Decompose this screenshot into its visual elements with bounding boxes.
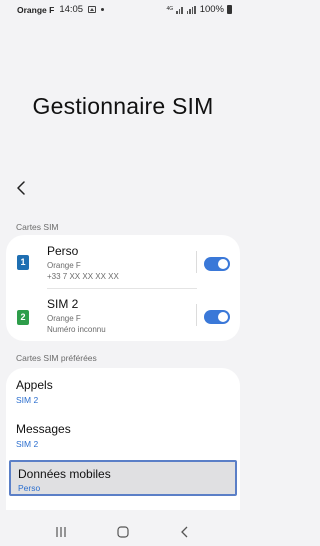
sim-1-number: +33 7 XX XX XX XX xyxy=(47,272,119,281)
carrier-label: Orange F xyxy=(17,4,55,15)
pref-messages-value: SIM 2 xyxy=(16,439,39,449)
sim-2-badge-icon: 2 xyxy=(17,310,29,325)
vertical-divider xyxy=(196,251,197,273)
image-notification-icon xyxy=(88,6,97,13)
sim-1-toggle[interactable] xyxy=(204,257,230,271)
pref-data-value: Perso xyxy=(18,483,41,493)
signal-icon-2 xyxy=(186,5,196,14)
more-notifications-icon xyxy=(101,8,105,11)
back-button[interactable] xyxy=(13,180,29,196)
sim-row-1[interactable]: 1 Perso Orange F +33 7 XX XX XX XX xyxy=(6,239,240,285)
row-divider xyxy=(47,288,197,289)
status-left: Orange F 14:05 xyxy=(17,4,105,15)
recent-apps-icon xyxy=(56,527,66,537)
preferred-sims-section-label: Cartes SIM préférées xyxy=(16,353,97,363)
sim-2-carrier: Orange F xyxy=(47,314,81,323)
sim-1-carrier: Orange F xyxy=(47,261,81,270)
recent-apps-button[interactable] xyxy=(51,522,71,542)
toggle-knob xyxy=(218,312,228,322)
preferred-sims-card: Appels SIM 2 Messages SIM 2 Données mobi… xyxy=(6,368,240,510)
sim-1-badge-icon: 1 xyxy=(17,255,29,270)
battery-icon xyxy=(227,5,232,14)
sim-cards-card: 1 Perso Orange F +33 7 XX XX XX XX 2 SIM… xyxy=(6,235,240,341)
sim-2-number: Numéro inconnu xyxy=(47,325,106,334)
page-title: Gestionnaire SIM xyxy=(32,93,214,119)
sim-2-name: SIM 2 xyxy=(47,297,79,311)
pref-item-mobile-data[interactable]: Données mobiles Perso xyxy=(9,460,237,496)
clock: 14:05 xyxy=(59,4,84,15)
network-type-icon: 4G xyxy=(166,6,174,12)
pref-item-calls[interactable]: Appels SIM 2 xyxy=(6,370,240,414)
pref-item-messages[interactable]: Messages SIM 2 xyxy=(6,414,240,458)
back-nav-icon xyxy=(181,526,188,538)
back-nav-button[interactable] xyxy=(175,522,195,542)
sim-1-name: Perso xyxy=(47,244,79,258)
signal-icon xyxy=(176,6,183,14)
home-icon xyxy=(117,526,129,538)
navigation-bar xyxy=(0,518,246,546)
home-button[interactable] xyxy=(113,522,133,542)
pref-calls-value: SIM 2 xyxy=(16,395,39,405)
pref-messages-title: Messages xyxy=(16,422,71,436)
status-bar: Orange F 14:05 4G 100% xyxy=(0,0,246,20)
sim-cards-section-label: Cartes SIM xyxy=(16,222,59,232)
toggle-knob xyxy=(218,259,228,269)
sim-row-2[interactable]: 2 SIM 2 Orange F Numéro inconnu xyxy=(6,291,240,337)
battery-percent: 100% xyxy=(199,4,224,15)
status-right: 4G 100% xyxy=(167,4,232,15)
pref-calls-title: Appels xyxy=(16,378,53,392)
sim-2-toggle[interactable] xyxy=(204,310,230,324)
back-arrow-icon xyxy=(17,181,25,195)
vertical-divider xyxy=(196,304,197,326)
pref-data-title: Données mobiles xyxy=(18,467,111,481)
